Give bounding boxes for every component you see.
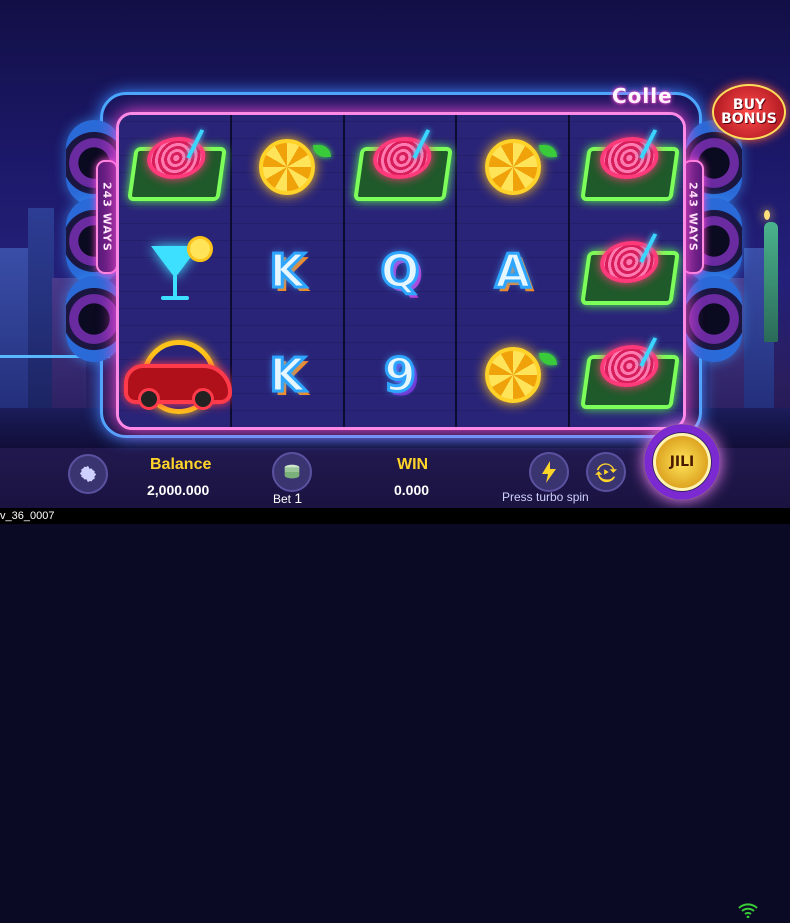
- spin-button[interactable]: JILI: [644, 424, 720, 500]
- reels: KKQ9A: [119, 115, 683, 427]
- letter-symbol: K: [268, 347, 307, 404]
- bet-value: 1: [294, 490, 303, 506]
- letter-symbol: Q: [379, 243, 421, 300]
- reel-cell: [119, 115, 230, 219]
- turntable-symbol-icon: [124, 129, 228, 201]
- lemon-symbol-icon: [259, 139, 332, 195]
- lightning-icon: [542, 461, 556, 483]
- settings-button[interactable]: [68, 454, 108, 494]
- autoplay-icon: [595, 463, 617, 483]
- turntable-symbol-icon: [576, 233, 680, 305]
- win-label: WIN: [397, 456, 429, 473]
- reel-cell: A: [457, 219, 568, 323]
- bet-label: Bet: [273, 492, 292, 506]
- reel-cell: [232, 115, 343, 219]
- turntable-symbol-icon: [350, 129, 453, 201]
- wifi-icon: [738, 902, 758, 919]
- letter-symbol: K: [268, 243, 307, 300]
- gear-icon: [79, 465, 97, 483]
- reel-cell: [570, 219, 683, 323]
- reel-cell: 9: [345, 323, 456, 427]
- coin-stack-icon: [284, 464, 300, 479]
- buy-bonus-button[interactable]: BUY BONUS: [712, 84, 786, 140]
- build-id: v_36_0007: [0, 510, 55, 522]
- footer-bar: v_36_0007: [0, 508, 790, 524]
- balance-value: 2,000.000: [147, 482, 210, 498]
- reel-cell: [570, 323, 683, 427]
- reel-5: [570, 115, 683, 427]
- letter-symbol: 9: [382, 347, 417, 404]
- letter-symbol: A: [494, 243, 533, 300]
- reel-4: A: [457, 115, 571, 427]
- reel-cell: [119, 219, 230, 323]
- autoplay-button[interactable]: [586, 452, 626, 492]
- reel-2: KK: [231, 115, 345, 427]
- martini-symbol-icon: [139, 236, 214, 306]
- bet-button[interactable]: [272, 452, 312, 492]
- reel-cell: Q: [345, 219, 456, 323]
- reel-cell: K: [232, 323, 343, 427]
- lemon-symbol-icon: [484, 139, 557, 195]
- statue-of-liberty: [762, 210, 782, 350]
- reel-cell: [345, 115, 456, 219]
- reel-cell: [570, 115, 683, 219]
- reel-3: Q9: [344, 115, 458, 427]
- turbo-hint: Press turbo spin: [502, 490, 589, 504]
- spin-logo: JILI: [653, 433, 711, 491]
- win-value: 0.000: [394, 482, 430, 498]
- lemon-symbol-icon: [484, 347, 557, 403]
- balance-label: Balance: [150, 456, 212, 473]
- reel-frame: KKQ9A: [116, 112, 686, 430]
- reel-cell: K: [232, 219, 343, 323]
- ways-badge-left: 243 WAYS: [96, 160, 118, 274]
- reel-cell: [457, 323, 568, 427]
- bet-display: Bet 1: [273, 490, 302, 506]
- reel-cell: [119, 323, 233, 427]
- car-wild-symbol-icon: [124, 340, 233, 414]
- turntable-symbol-icon: [576, 337, 680, 409]
- reel-cell: [457, 115, 568, 219]
- turntable-symbol-icon: [576, 129, 680, 201]
- collect-sign: Colle: [612, 84, 673, 108]
- reel-1: [119, 115, 233, 427]
- turbo-button[interactable]: [529, 452, 569, 492]
- bottom-fill: [0, 524, 790, 572]
